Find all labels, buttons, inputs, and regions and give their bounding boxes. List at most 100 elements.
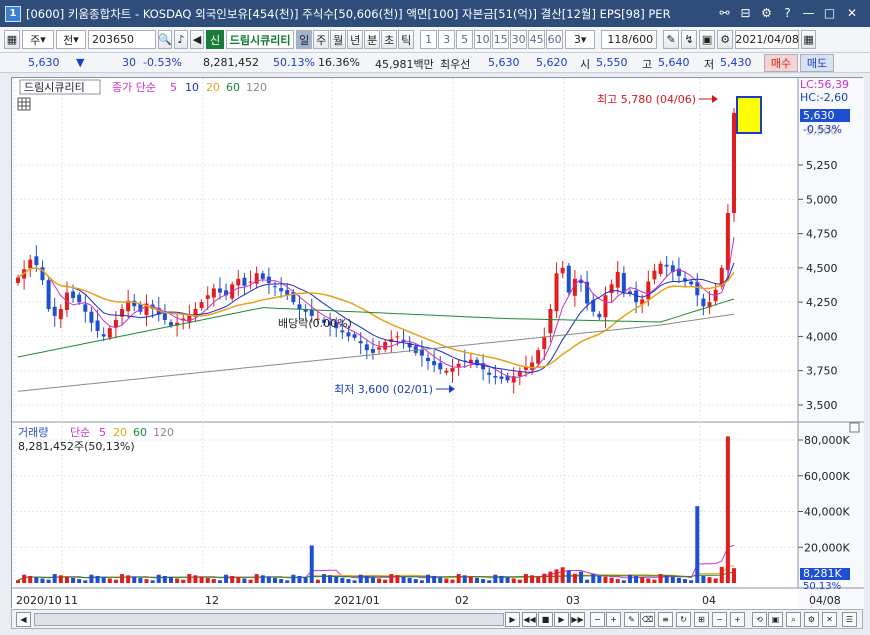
minute-tab[interactable]: 60 — [546, 30, 564, 49]
volume-bar — [585, 579, 590, 583]
volume-bar — [95, 575, 100, 583]
zoom-in-icon[interactable]: + — [606, 612, 621, 627]
legend-ma5: 5 — [170, 81, 177, 94]
period-tab[interactable]: 일 — [296, 30, 313, 49]
magnify-icon[interactable]: ⌕ — [786, 612, 801, 627]
refresh-icon[interactable]: ↻ — [676, 612, 691, 627]
stop-icon[interactable]: ■ — [538, 612, 553, 627]
zoom-out-icon[interactable]: − — [590, 612, 605, 627]
rotate-icon[interactable]: ⟲ — [752, 612, 767, 627]
candle — [77, 294, 82, 303]
volume-bar — [291, 574, 296, 583]
chart-tools-icon[interactable]: ↯ — [681, 30, 698, 49]
candle — [107, 328, 112, 338]
volume-tick: 60,000K — [804, 470, 850, 483]
period-select[interactable]: 전 ▾ — [56, 30, 86, 49]
period-tab[interactable]: 주 — [313, 30, 330, 49]
minute-tab[interactable]: 1 — [420, 30, 438, 49]
sell-button[interactable]: 매도 — [800, 54, 834, 72]
close-icon[interactable]: ✕ — [842, 5, 862, 21]
scroll-right-icon[interactable]: ▶ — [505, 612, 520, 627]
erase-icon[interactable]: ⌫ — [640, 612, 655, 627]
volume-value: 8,281,452 — [203, 56, 259, 69]
volume-bar — [664, 575, 669, 583]
horizontal-scrollbar[interactable] — [34, 613, 504, 626]
volume-bar — [58, 575, 63, 583]
speaker-icon[interactable]: ♪ — [174, 30, 188, 49]
candle — [732, 112, 736, 213]
date-input[interactable]: 2021/04/08 — [735, 30, 800, 49]
minute-tab[interactable]: 15 — [492, 30, 510, 49]
candle — [419, 349, 424, 356]
minute-tab[interactable]: 5 — [456, 30, 474, 49]
volume-bar — [579, 571, 584, 583]
candle — [493, 375, 498, 378]
price-tick: 4,750 — [806, 228, 838, 241]
volume-bar — [505, 577, 510, 583]
settings-icon[interactable]: ⚙ — [758, 5, 775, 21]
candle — [438, 363, 443, 370]
best-bid: 5,620 — [536, 56, 568, 69]
period-tab[interactable]: 월 — [330, 30, 347, 49]
minute-tab[interactable]: 3 — [438, 30, 456, 49]
play-icon[interactable]: ▶ — [554, 612, 569, 627]
minute-tab[interactable]: 10 — [474, 30, 492, 49]
minute-tab[interactable]: 30 — [510, 30, 528, 49]
forward-icon[interactable]: ▶▶ — [570, 612, 585, 627]
volume-bar — [444, 578, 449, 583]
search-icon[interactable]: 🔍 — [158, 30, 172, 49]
grid-icon[interactable]: ▦ — [4, 30, 20, 49]
buy-button[interactable]: 매수 — [764, 54, 798, 72]
interval-value: 3 — [573, 33, 581, 46]
list-icon[interactable]: ≡ — [658, 612, 673, 627]
period-tab[interactable]: 틱 — [398, 30, 415, 49]
candle — [71, 291, 76, 299]
minute-tab[interactable]: 45 — [528, 30, 546, 49]
count-field[interactable]: 118/600 — [601, 30, 658, 49]
volume-bar — [511, 578, 516, 583]
volume-bar — [395, 575, 400, 583]
vol-price-tag: 8,281K — [803, 567, 842, 580]
scroll-left-icon[interactable]: ◀ — [16, 612, 31, 627]
gear-icon[interactable]: ⚙ — [717, 30, 734, 49]
minus-zoom-icon[interactable]: − — [712, 612, 727, 627]
settings-small-icon[interactable]: ⚙ — [804, 612, 819, 627]
vol-panel-close-icon[interactable] — [849, 422, 860, 433]
type-select[interactable]: 주 ▾ — [22, 30, 54, 49]
period-tab[interactable]: 초 — [381, 30, 398, 49]
pen-icon[interactable]: ✎ — [624, 612, 639, 627]
save-icon[interactable]: ▣ — [699, 30, 716, 49]
menu-icon[interactable]: ☰ — [842, 612, 857, 627]
volume-bar — [273, 577, 278, 583]
calendar-icon[interactable]: ▦ — [801, 30, 817, 49]
tools-icon[interactable]: ✎ — [663, 30, 680, 49]
table-icon[interactable] — [17, 97, 31, 111]
plus-zoom-icon[interactable]: + — [730, 612, 745, 627]
dividend-annotation: 배당락(0.00%) — [278, 317, 352, 330]
candle — [566, 265, 571, 293]
candle — [248, 281, 253, 283]
rewind-icon[interactable]: ◀◀ — [522, 612, 537, 627]
volume-bar — [719, 566, 724, 583]
stock-code-input[interactable]: 203650 — [88, 30, 156, 49]
period-tab[interactable]: 년 — [347, 30, 364, 49]
chart-area[interactable]: 5,250 5,000 4,750 4,500 4,250 4,000 3,750 3,500… — [11, 77, 864, 609]
close-chart-icon[interactable]: ✕ — [822, 612, 837, 627]
change-value: 30 — [122, 56, 136, 69]
legend-stock-name[interactable]: 드림시큐리티 — [24, 81, 85, 94]
stock-name: 드림시큐리티 — [226, 30, 295, 49]
camera-icon[interactable]: ▣ — [768, 612, 783, 627]
link-icon[interactable]: ⚯ — [716, 5, 733, 21]
volume-bar — [266, 576, 271, 583]
minimize-icon[interactable]: — — [800, 5, 817, 21]
lc-label: LC:56,39 — [800, 78, 849, 91]
split-icon[interactable]: ⊞ — [694, 612, 709, 627]
help-icon[interactable]: ? — [779, 5, 796, 21]
period-tab[interactable]: 분 — [364, 30, 381, 49]
volume-bar — [493, 574, 498, 583]
prev-icon[interactable]: ◀ — [190, 30, 204, 49]
tile-icon[interactable]: ⊟ — [737, 5, 754, 21]
maximize-icon[interactable]: □ — [821, 5, 838, 21]
legend-ma20: 20 — [206, 81, 220, 94]
interval-select[interactable]: 3 ▾ — [565, 30, 596, 49]
